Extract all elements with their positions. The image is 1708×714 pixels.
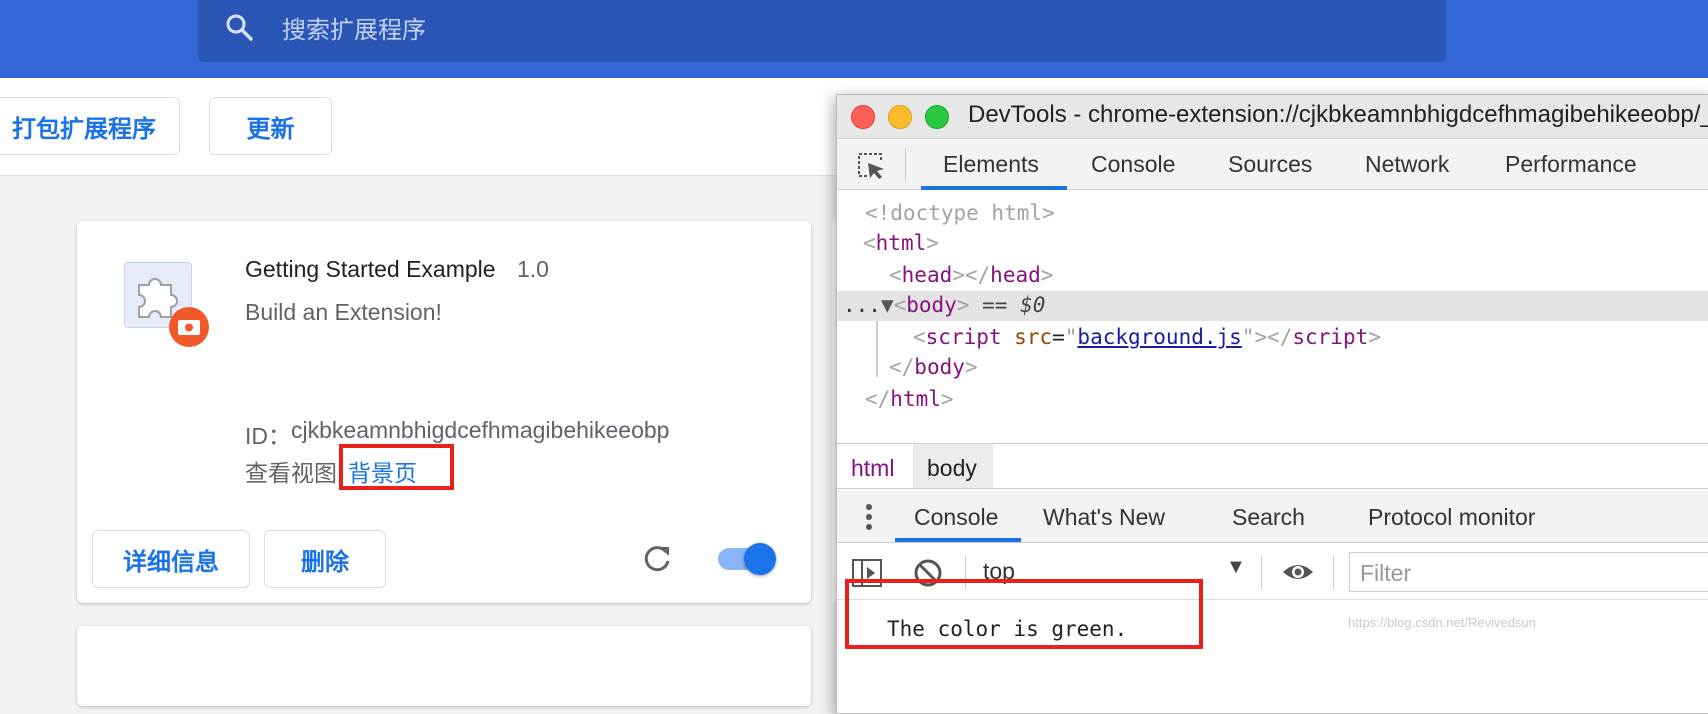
extension-card <box>77 626 811 706</box>
divider <box>1261 556 1262 590</box>
devtools-tabbar: Elements Console Sources Network Perform… <box>837 140 1708 190</box>
extension-id-label: ID： <box>245 423 291 449</box>
annotation-highlight-box <box>339 444 454 490</box>
watermark: https://blog.csdn.net/Revivedsun <box>1348 615 1536 630</box>
node-ellipsis[interactable]: ... <box>843 293 881 317</box>
dropdown-arrow-icon[interactable]: ▼ <box>1226 556 1246 579</box>
details-button[interactable]: 详细信息 <box>92 530 250 588</box>
remove-button[interactable]: 删除 <box>264 530 386 588</box>
selected-marker: == $0 <box>982 293 1046 317</box>
dom-tree: <!doctype html> <html> <head></head> ...… <box>837 191 1708 441</box>
update-button[interactable]: 更新 <box>209 97 332 155</box>
pack-extension-button[interactable]: 打包扩展程序 <box>0 97 180 155</box>
more-options-icon[interactable] <box>861 501 877 533</box>
script-src-link[interactable]: background.js <box>1077 325 1241 349</box>
tab-elements[interactable]: Elements <box>943 151 1039 178</box>
eye-icon[interactable] <box>1281 558 1315 586</box>
divider <box>1333 556 1334 590</box>
dom-node-head[interactable]: <head></head> <box>889 263 1053 287</box>
enable-toggle-knob[interactable] <box>744 543 776 575</box>
tag-name: head <box>990 263 1041 287</box>
active-drawer-tab-indicator <box>895 538 1021 542</box>
tab-performance[interactable]: Performance <box>1505 151 1637 178</box>
unpacked-badge-icon <box>169 307 209 347</box>
drawer-tab-search[interactable]: Search <box>1232 504 1305 531</box>
filter-input[interactable]: Filter <box>1349 552 1708 592</box>
extension-id: cjkbkeamnbhigdcefhmagibehikeeobp <box>291 417 670 443</box>
tag-name: body <box>906 293 957 317</box>
inspect-element-icon[interactable] <box>855 150 887 182</box>
maximize-window-button[interactable] <box>925 105 949 129</box>
tag-name: script <box>1292 325 1369 349</box>
breadcrumb-body[interactable]: body <box>927 455 977 482</box>
tag-name: html <box>890 387 941 411</box>
tag-name: head <box>901 263 953 287</box>
extension-name: Getting Started Example <box>245 256 496 282</box>
search-icon <box>226 14 253 41</box>
dom-node-html-close[interactable]: </html> <box>865 387 954 411</box>
search-input[interactable]: 搜索扩展程序 <box>282 10 426 45</box>
breadcrumb-html[interactable]: html <box>851 455 894 482</box>
indent-guide <box>876 321 878 377</box>
attr-name: src <box>1014 325 1053 349</box>
reload-icon[interactable] <box>640 542 674 576</box>
breadcrumb: html body <box>837 443 1708 489</box>
dom-node-doctype[interactable]: <!doctype html> <box>865 201 1055 225</box>
minimize-window-button[interactable] <box>888 105 912 129</box>
tab-sources[interactable]: Sources <box>1228 151 1312 178</box>
tab-console[interactable]: Console <box>1091 151 1175 178</box>
drawer-tab-console[interactable]: Console <box>914 504 998 531</box>
tab-network[interactable]: Network <box>1365 151 1449 178</box>
window-title: DevTools - chrome-extension://cjkbkeamnb… <box>968 101 1708 128</box>
extension-description: Build an Extension! <box>245 299 442 325</box>
dom-node-script[interactable]: <script src="background.js"></script> <box>913 325 1381 349</box>
dom-node-body-close[interactable]: </body> <box>889 355 978 379</box>
drawer-tab-whats-new[interactable]: What's New <box>1043 504 1165 531</box>
active-tab-indicator <box>921 186 1067 190</box>
drawer-tab-protocol-monitor[interactable]: Protocol monitor <box>1368 504 1535 531</box>
drawer-tabbar: Console What's New Search Protocol monit… <box>837 491 1708 543</box>
tag-name: html <box>875 231 927 255</box>
extension-version: 1.0 <box>517 256 549 282</box>
divider <box>905 148 906 182</box>
inspect-views-label: 查看视图 <box>245 460 337 486</box>
dom-node-html[interactable]: <html> <box>863 231 939 255</box>
annotation-highlight-box <box>845 579 1203 649</box>
dom-node-body[interactable]: ...▼<body> == $0 <box>843 293 1045 317</box>
tag-name: body <box>914 355 965 379</box>
close-window-button[interactable] <box>851 105 875 129</box>
tag-name: script <box>925 325 1002 349</box>
